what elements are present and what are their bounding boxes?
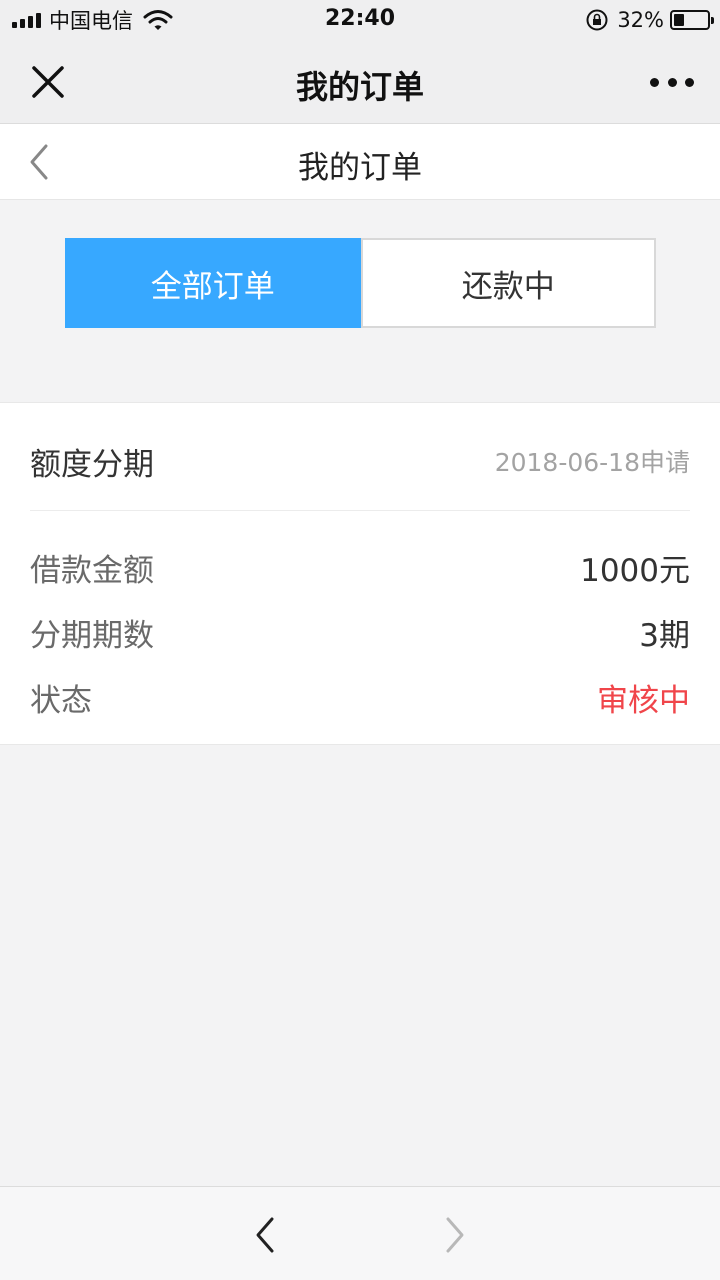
row-label: 状态 <box>30 683 92 719</box>
tab-repaying[interactable]: 还款中 <box>360 238 656 328</box>
row-installments: 分期期数 3期 <box>30 610 690 660</box>
row-value: 3期 <box>639 618 690 654</box>
rotation-lock-icon <box>586 9 608 31</box>
order-type: 额度分期 <box>30 447 154 483</box>
status-badge: 审核中 <box>597 683 690 719</box>
page-title: 我的订单 <box>298 150 422 186</box>
wechat-header: 我的订单 <box>0 40 720 124</box>
browser-forward-icon[interactable] <box>440 1215 470 1255</box>
status-right: 32% <box>585 6 714 34</box>
tab-all-orders[interactable]: 全部订单 <box>65 238 361 328</box>
order-date: 2018-06-18申请 <box>494 448 690 477</box>
battery-percent: 32% <box>617 8 664 32</box>
order-tabs: 全部订单 还款中 <box>65 238 656 328</box>
row-label: 分期期数 <box>30 618 154 654</box>
more-icon[interactable] <box>650 72 694 92</box>
battery-fill <box>674 14 684 26</box>
status-bar: 中国电信 22:40 32% <box>0 0 720 40</box>
page-nav: 我的订单 <box>0 124 720 200</box>
browser-bottom-bar <box>0 1186 720 1280</box>
row-label: 借款金额 <box>30 553 154 589</box>
order-card[interactable]: 额度分期 2018-06-18申请 借款金额 1000元 分期期数 3期 状态 … <box>0 402 720 745</box>
battery-nub <box>711 17 714 24</box>
wechat-title: 我的订单 <box>295 68 424 106</box>
row-loan-amount: 借款金额 1000元 <box>30 545 690 595</box>
order-header: 额度分期 2018-06-18申请 <box>30 403 690 511</box>
row-status: 状态 审核中 <box>30 675 690 725</box>
browser-back-icon[interactable] <box>250 1215 280 1255</box>
battery-icon <box>670 10 714 30</box>
row-value: 1000元 <box>580 553 690 589</box>
